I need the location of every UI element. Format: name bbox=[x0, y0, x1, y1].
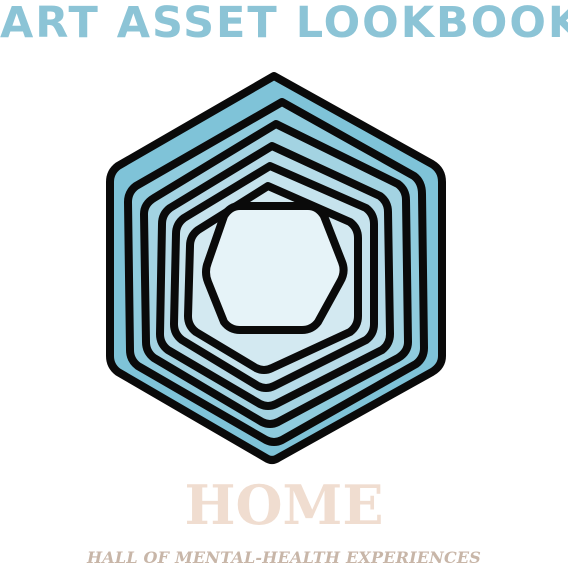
page-title: ART ASSET LOOKBOOK bbox=[0, 0, 568, 48]
hexagon-core bbox=[202, 202, 348, 334]
home-subtitle: HALL OF MENTAL-HEALTH EXPERIENCES bbox=[86, 548, 482, 567]
concentric-hexagon-icon bbox=[106, 72, 446, 464]
lookbook-page: ART ASSET LOOKBOOK HOME HALL OF MENTAL-H… bbox=[0, 0, 568, 580]
home-heading: HOME bbox=[184, 473, 384, 537]
